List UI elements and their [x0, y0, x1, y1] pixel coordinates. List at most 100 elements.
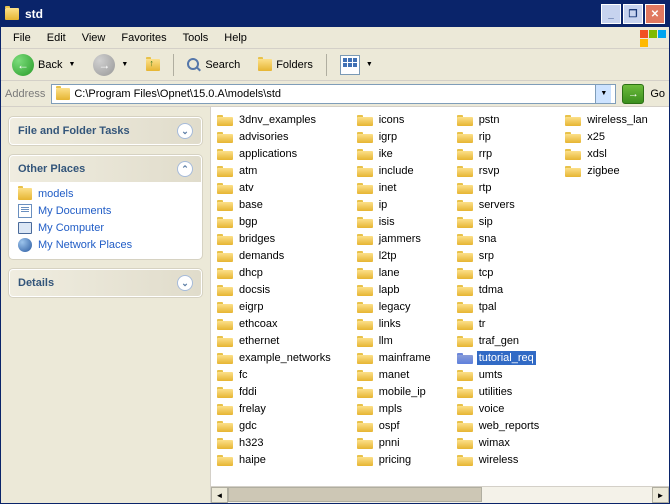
folder-item[interactable]: utilities	[455, 383, 544, 400]
folder-item[interactable]: ospf	[355, 417, 435, 434]
folder-item[interactable]: xdsl	[563, 145, 652, 162]
folder-item[interactable]: tpal	[455, 298, 544, 315]
file-list-pane[interactable]: 3dnv_examplesadvisoriesapplicationsatmat…	[211, 107, 669, 503]
folders-button[interactable]: Folders	[251, 55, 320, 75]
folder-item[interactable]: tcp	[455, 264, 544, 281]
forward-button[interactable]: → ▼	[86, 50, 135, 80]
folder-item[interactable]: rtp	[455, 179, 544, 196]
places-panel-header[interactable]: Other Places ⌃	[10, 156, 201, 182]
folder-item[interactable]: icons	[355, 111, 435, 128]
folder-item[interactable]: sip	[455, 213, 544, 230]
scroll-left-button[interactable]: ◄	[211, 487, 228, 503]
folder-item[interactable]: pnni	[355, 434, 435, 451]
chevron-down-icon[interactable]: ⌄	[177, 275, 193, 291]
folder-item[interactable]: 3dnv_examples	[215, 111, 335, 128]
places-link-my-network-places[interactable]: My Network Places	[18, 238, 193, 252]
views-dropdown-icon[interactable]: ▼	[366, 61, 373, 68]
folder-item[interactable]: applications	[215, 145, 335, 162]
folder-item[interactable]: ethcoax	[215, 315, 335, 332]
folder-item[interactable]: traf_gen	[455, 332, 544, 349]
folder-item[interactable]: tdma	[455, 281, 544, 298]
forward-dropdown-icon[interactable]: ▼	[121, 61, 128, 68]
minimize-button[interactable]: _	[601, 4, 621, 24]
folder-item[interactable]: lane	[355, 264, 435, 281]
menu-tools[interactable]: Tools	[175, 30, 217, 46]
scroll-thumb[interactable]	[228, 487, 482, 502]
folder-item[interactable]: wimax	[455, 434, 544, 451]
folder-item[interactable]: ip	[355, 196, 435, 213]
places-link-models[interactable]: models	[18, 188, 193, 200]
folder-item[interactable]: igrp	[355, 128, 435, 145]
back-dropdown-icon[interactable]: ▼	[68, 61, 75, 68]
folder-item[interactable]: wireless	[455, 451, 544, 468]
search-button[interactable]: Search	[180, 54, 247, 76]
folder-item[interactable]: docsis	[215, 281, 335, 298]
folder-item[interactable]: fddi	[215, 383, 335, 400]
folder-item[interactable]: wireless_lan	[563, 111, 652, 128]
folder-item[interactable]: sna	[455, 230, 544, 247]
folder-item[interactable]: mainframe	[355, 349, 435, 366]
folder-item[interactable]: eigrp	[215, 298, 335, 315]
folder-item[interactable]: links	[355, 315, 435, 332]
folder-item[interactable]: base	[215, 196, 335, 213]
folder-item[interactable]: lapb	[355, 281, 435, 298]
folder-item[interactable]: ethernet	[215, 332, 335, 349]
folder-item[interactable]: pricing	[355, 451, 435, 468]
folder-item[interactable]: rsvp	[455, 162, 544, 179]
folder-item[interactable]: bgp	[215, 213, 335, 230]
places-link-my-computer[interactable]: My Computer	[18, 222, 193, 234]
folder-item[interactable]: jammers	[355, 230, 435, 247]
titlebar[interactable]: std _ ❐ ✕	[1, 1, 669, 27]
folder-item[interactable]: isis	[355, 213, 435, 230]
views-button[interactable]: ▼	[333, 51, 380, 79]
folder-item[interactable]: h323	[215, 434, 335, 451]
menu-file[interactable]: File	[5, 30, 39, 46]
folder-item[interactable]: tr	[455, 315, 544, 332]
horizontal-scrollbar[interactable]: ◄ ►	[211, 486, 669, 503]
folder-item[interactable]: pstn	[455, 111, 544, 128]
folder-item[interactable]: atv	[215, 179, 335, 196]
folder-item[interactable]: include	[355, 162, 435, 179]
folder-item[interactable]: llm	[355, 332, 435, 349]
folder-item[interactable]: l2tp	[355, 247, 435, 264]
folder-item[interactable]: demands	[215, 247, 335, 264]
folder-item[interactable]: bridges	[215, 230, 335, 247]
folder-item[interactable]: fc	[215, 366, 335, 383]
folder-item[interactable]: manet	[355, 366, 435, 383]
menu-favorites[interactable]: Favorites	[113, 30, 174, 46]
close-button[interactable]: ✕	[645, 4, 665, 24]
folder-item[interactable]: advisories	[215, 128, 335, 145]
menu-help[interactable]: Help	[216, 30, 255, 46]
folder-item[interactable]: umts	[455, 366, 544, 383]
folder-item[interactable]: rrp	[455, 145, 544, 162]
folder-item[interactable]: gdc	[215, 417, 335, 434]
folder-item[interactable]: web_reports	[455, 417, 544, 434]
scroll-right-button[interactable]: ►	[652, 487, 669, 503]
folder-item[interactable]: frelay	[215, 400, 335, 417]
folder-item[interactable]: legacy	[355, 298, 435, 315]
menu-view[interactable]: View	[74, 30, 114, 46]
folder-item[interactable]: zigbee	[563, 162, 652, 179]
folder-item[interactable]: tutorial_req	[455, 349, 544, 366]
menu-edit[interactable]: Edit	[39, 30, 74, 46]
folder-item[interactable]: mobile_ip	[355, 383, 435, 400]
up-button[interactable]: ↑	[139, 55, 167, 75]
maximize-button[interactable]: ❐	[623, 4, 643, 24]
scroll-track[interactable]	[228, 487, 652, 503]
folder-item[interactable]: voice	[455, 400, 544, 417]
back-button[interactable]: ← Back ▼	[5, 50, 82, 80]
folder-item[interactable]: servers	[455, 196, 544, 213]
folder-item[interactable]: rip	[455, 128, 544, 145]
details-panel-header[interactable]: Details ⌄	[10, 270, 201, 296]
places-link-my-documents[interactable]: My Documents	[18, 204, 193, 218]
folder-item[interactable]: haipe	[215, 451, 335, 468]
folder-item[interactable]: mpls	[355, 400, 435, 417]
tasks-panel-header[interactable]: File and Folder Tasks ⌄	[10, 118, 201, 144]
folder-item[interactable]: ike	[355, 145, 435, 162]
folder-item[interactable]: dhcp	[215, 264, 335, 281]
address-field[interactable]: ▼	[51, 84, 616, 104]
folder-item[interactable]: example_networks	[215, 349, 335, 366]
folder-item[interactable]: x25	[563, 128, 652, 145]
address-dropdown-icon[interactable]: ▼	[595, 85, 611, 103]
folder-item[interactable]: srp	[455, 247, 544, 264]
